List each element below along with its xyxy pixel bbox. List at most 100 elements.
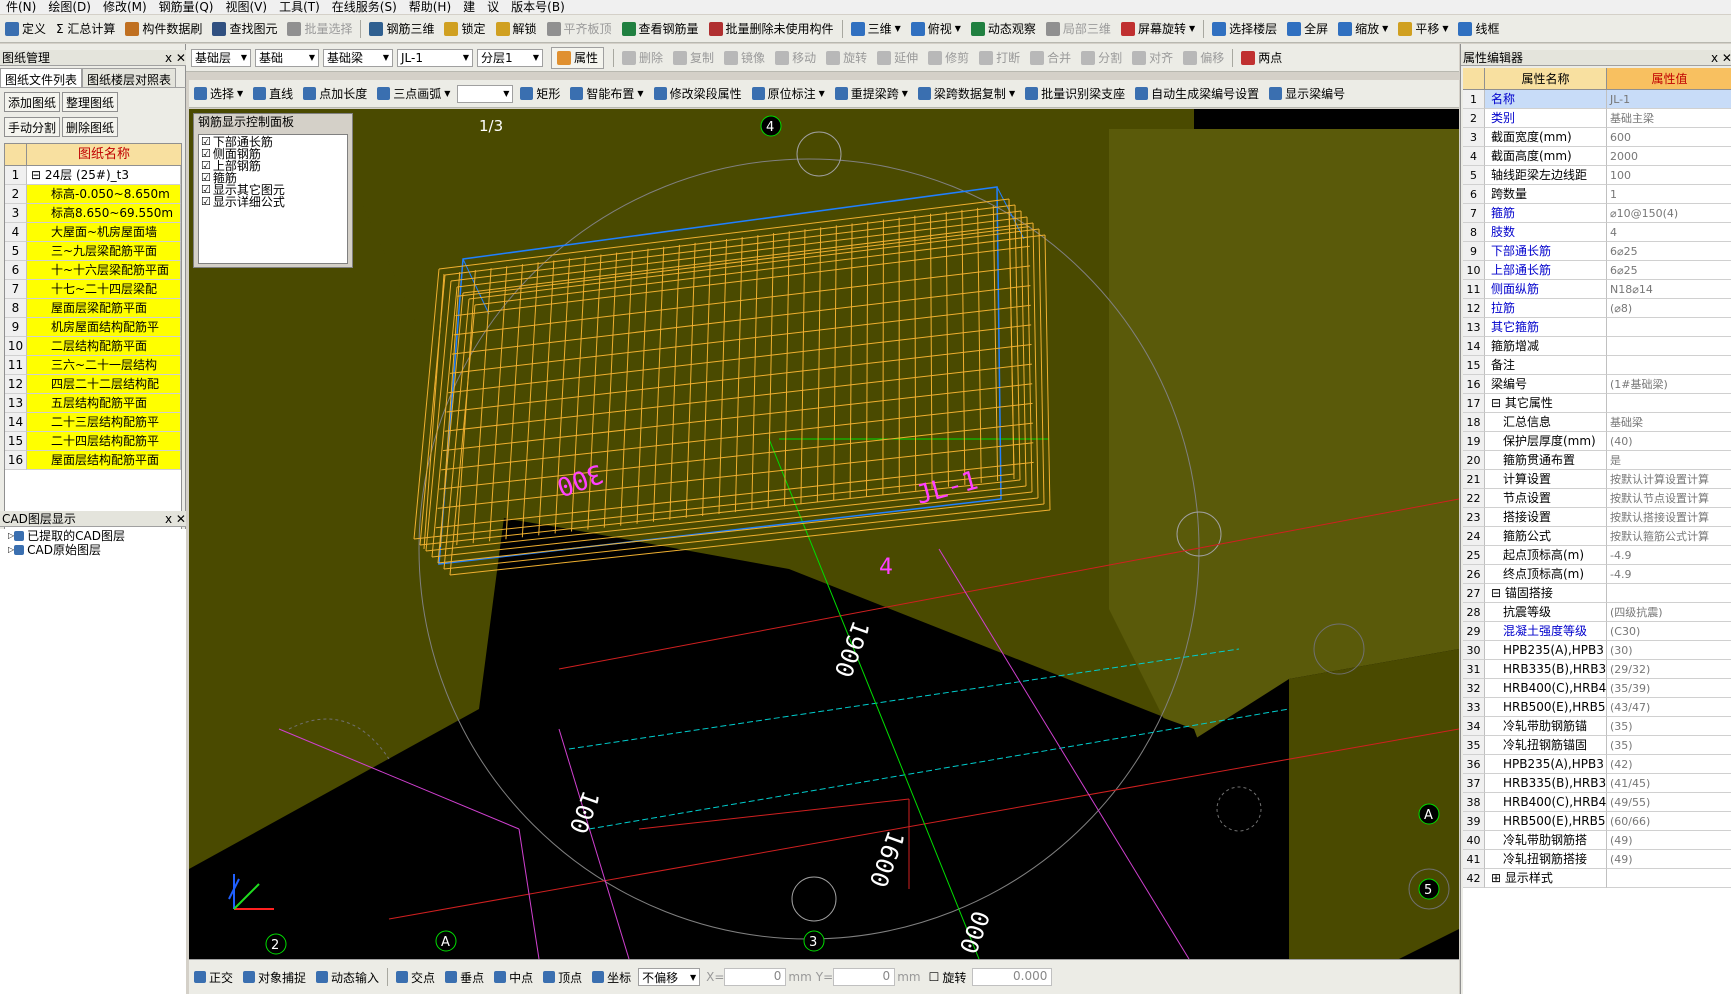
- toolbar-button[interactable]: 查找图元: [207, 15, 282, 42]
- property-value[interactable]: 6⌀25: [1607, 261, 1731, 280]
- property-value[interactable]: [1607, 394, 1731, 413]
- status-toggle[interactable]: 坐标: [587, 969, 636, 986]
- menu-item[interactable]: 议: [481, 0, 505, 14]
- property-value[interactable]: (1#基础梁): [1607, 375, 1731, 394]
- toolbar-button[interactable]: 选择楼层: [1207, 15, 1282, 42]
- property-value[interactable]: ⌀10@150(4): [1607, 204, 1731, 223]
- draw-button[interactable]: 点加长度: [298, 80, 372, 107]
- drawing-button[interactable]: 添加图纸: [4, 92, 61, 112]
- menu-item[interactable]: 工具(T): [273, 0, 326, 14]
- property-value[interactable]: [1607, 869, 1731, 888]
- draw-button[interactable]: 选择 ▼: [189, 80, 248, 107]
- draw-button[interactable]: 梁跨数据复制 ▼: [913, 80, 1020, 107]
- toolbar-button[interactable]: 查看钢筋量: [617, 15, 704, 42]
- property-row[interactable]: 22 节点设置 按默认节点设置计算: [1463, 489, 1731, 508]
- y-coordinate-input[interactable]: 0: [833, 968, 896, 986]
- property-row[interactable]: 29 混凝土强度等级 (C30): [1463, 622, 1731, 641]
- menu-item[interactable]: 版本号(B): [505, 0, 571, 14]
- property-value[interactable]: 6⌀25: [1607, 242, 1731, 261]
- property-row[interactable]: 34 冷轧带肋钢筋锚 (35): [1463, 717, 1731, 736]
- drawing-list-item[interactable]: 7 十七~二十四层梁配: [5, 280, 181, 299]
- drawing-list-item[interactable]: 3 标高8.650~69.550m: [5, 204, 181, 223]
- property-row[interactable]: 38 HRB400(C),HRB4 (49/55): [1463, 793, 1731, 812]
- draw-button[interactable]: 三点画弧 ▼: [372, 80, 455, 107]
- toolbar-button[interactable]: 构件数据刷: [120, 15, 207, 42]
- edit-button[interactable]: 两点: [1236, 44, 1287, 71]
- property-value[interactable]: 100: [1607, 166, 1731, 185]
- drawing-list-item[interactable]: 16 屋面层结构配筋平面: [5, 451, 181, 470]
- expand-icon[interactable]: ⊞: [1491, 871, 1505, 885]
- selector-combo[interactable]: 基础层 ▼: [191, 48, 251, 67]
- property-row[interactable]: 9 下部通长筋 6⌀25: [1463, 242, 1731, 261]
- edit-button[interactable]: 镜像: [719, 44, 770, 71]
- toolbar-button[interactable]: 动态观察: [966, 15, 1041, 42]
- 3d-viewport[interactable]: 1/3 4 1900 1600 100 000 4 JL-1 300 2 A 3…: [189, 109, 1459, 959]
- property-value[interactable]: (35): [1607, 736, 1731, 755]
- edit-button[interactable]: 复制: [668, 44, 719, 71]
- drawing-button[interactable]: 整理图纸: [62, 92, 119, 112]
- drawing-list-item[interactable]: 14 二十三层结构配筋平: [5, 413, 181, 432]
- property-value[interactable]: (60/66): [1607, 812, 1731, 831]
- property-value[interactable]: (40): [1607, 432, 1731, 451]
- property-value[interactable]: 按默认搭接设置计算: [1607, 508, 1731, 527]
- property-row[interactable]: 20 箍筋贯通布置 是: [1463, 451, 1731, 470]
- draw-button[interactable]: 重提梁跨 ▼: [830, 80, 913, 107]
- draw-button[interactable]: 自动生成梁编号设置: [1130, 80, 1264, 107]
- property-row[interactable]: 1 名称 JL-1: [1463, 90, 1731, 109]
- property-row[interactable]: 39 HRB500(E),HRB5 (60/66): [1463, 812, 1731, 831]
- menu-item[interactable]: 建: [457, 0, 481, 14]
- property-row[interactable]: 36 HPB235(A),HPB3 (42): [1463, 755, 1731, 774]
- draw-button[interactable]: 修改梁段属性: [649, 80, 747, 107]
- property-row[interactable]: 30 HPB235(A),HPB3 (30): [1463, 641, 1731, 660]
- property-value[interactable]: 按默认计算设置计算: [1607, 470, 1731, 489]
- property-row[interactable]: 26 终点顶标高(m) -4.9: [1463, 565, 1731, 584]
- status-toggle[interactable]: 中点: [489, 969, 538, 986]
- toolbar-button[interactable]: 俯视 ▼: [906, 15, 966, 42]
- collapse-icon[interactable]: ⊟: [1491, 586, 1505, 600]
- property-value[interactable]: (⌀8): [1607, 299, 1731, 318]
- drawing-list-item[interactable]: 8 屋面层梁配筋平面: [5, 299, 181, 318]
- property-value[interactable]: (43/47): [1607, 698, 1731, 717]
- property-value[interactable]: 是: [1607, 451, 1731, 470]
- selector-combo[interactable]: 分层1 ▼: [477, 48, 543, 67]
- drawing-list-item[interactable]: 15 二十四层结构配筋平: [5, 432, 181, 451]
- property-value[interactable]: (35): [1607, 717, 1731, 736]
- toolbar-button[interactable]: 局部三维: [1041, 15, 1116, 42]
- rotate-checkbox-icon[interactable]: ☐: [929, 970, 940, 984]
- rebar-display-checkbox[interactable]: ☑ 显示详细公式: [201, 196, 345, 209]
- draw-button[interactable]: 直线: [248, 80, 298, 107]
- edit-button[interactable]: 删除: [617, 44, 668, 71]
- cad-layer-item[interactable]: ▷ CAD原始图层: [0, 543, 186, 557]
- selector-combo[interactable]: 基础梁 ▼: [323, 48, 393, 67]
- status-toggle[interactable]: 动态输入: [311, 969, 384, 986]
- property-value[interactable]: (49): [1607, 831, 1731, 850]
- property-value[interactable]: 2000: [1607, 147, 1731, 166]
- toolbar-button[interactable]: 批量选择: [282, 15, 357, 42]
- toolbar-button[interactable]: 线框: [1453, 15, 1504, 42]
- property-value[interactable]: [1607, 356, 1731, 375]
- property-value[interactable]: [1607, 318, 1731, 337]
- drawing-list-item[interactable]: 5 三~九层梁配筋平面: [5, 242, 181, 261]
- property-row[interactable]: 18 汇总信息 基础梁: [1463, 413, 1731, 432]
- toolbar-button[interactable]: 解锁: [491, 15, 542, 42]
- drawing-list-item[interactable]: 13 五层结构配筋平面: [5, 394, 181, 413]
- x-coordinate-input[interactable]: 0: [724, 968, 787, 986]
- drawing-list-item[interactable]: 1 ⊟ 24层 (25#)_t3: [5, 166, 181, 185]
- edit-button[interactable]: 旋转: [821, 44, 872, 71]
- property-row[interactable]: 24 箍筋公式 按默认箍筋公式计算: [1463, 527, 1731, 546]
- pin-close-icon[interactable]: ⅹ ✕: [165, 50, 186, 65]
- drawing-list-item[interactable]: 11 三六~二十一层结构: [5, 356, 181, 375]
- menu-item[interactable]: 帮助(H): [403, 0, 457, 14]
- toolbar-button[interactable]: 全屏: [1282, 15, 1333, 42]
- property-row[interactable]: 14 箍筋增减: [1463, 337, 1731, 356]
- property-value[interactable]: 1: [1607, 185, 1731, 204]
- status-toggle[interactable]: 正交: [189, 969, 238, 986]
- arc-mode-combo[interactable]: ▼: [457, 84, 514, 103]
- menu-item[interactable]: 修改(M): [97, 0, 153, 14]
- property-value[interactable]: 按默认箍筋公式计算: [1607, 527, 1731, 546]
- property-value[interactable]: 600: [1607, 128, 1731, 147]
- property-value[interactable]: (30): [1607, 641, 1731, 660]
- offset-combo[interactable]: 不偏移 ▼: [638, 968, 701, 986]
- menu-item[interactable]: 绘图(D): [42, 0, 97, 14]
- property-value[interactable]: -4.9: [1607, 546, 1731, 565]
